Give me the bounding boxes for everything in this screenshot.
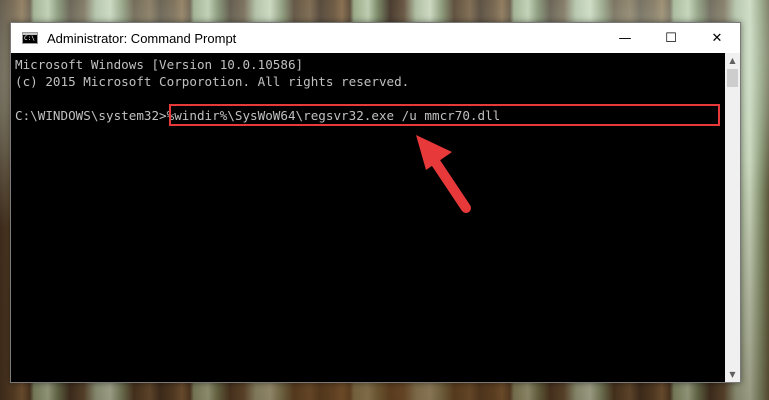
- console-line-copyright: (c) 2015 Microsoft Corporotion. All righ…: [15, 74, 410, 89]
- minimize-button[interactable]: —: [602, 23, 648, 53]
- command-prompt-window: Administrator: Command Prompt — ☐ ✕ Micr…: [10, 22, 741, 383]
- maximize-button[interactable]: ☐: [648, 23, 694, 53]
- scroll-up-icon[interactable]: ▲: [725, 53, 740, 68]
- close-icon: ✕: [711, 30, 723, 46]
- minimize-icon: —: [618, 30, 632, 46]
- scroll-thumb[interactable]: [727, 69, 738, 87]
- window-controls: — ☐ ✕: [602, 23, 740, 53]
- vertical-scrollbar[interactable]: ▲ ▼: [725, 53, 740, 382]
- console-output[interactable]: Microsoft Windows [Version 10.0.10586] (…: [11, 53, 725, 382]
- command-prompt-icon: [22, 32, 38, 44]
- console-line-version: Microsoft Windows [Version 10.0.10586]: [15, 57, 304, 72]
- scroll-down-icon[interactable]: ▼: [725, 367, 740, 382]
- command-highlight-box: [169, 104, 720, 126]
- window-title: Administrator: Command Prompt: [47, 30, 237, 46]
- close-button[interactable]: ✕: [694, 23, 740, 53]
- title-bar[interactable]: Administrator: Command Prompt — ☐ ✕: [11, 23, 740, 53]
- maximize-icon: ☐: [665, 30, 677, 46]
